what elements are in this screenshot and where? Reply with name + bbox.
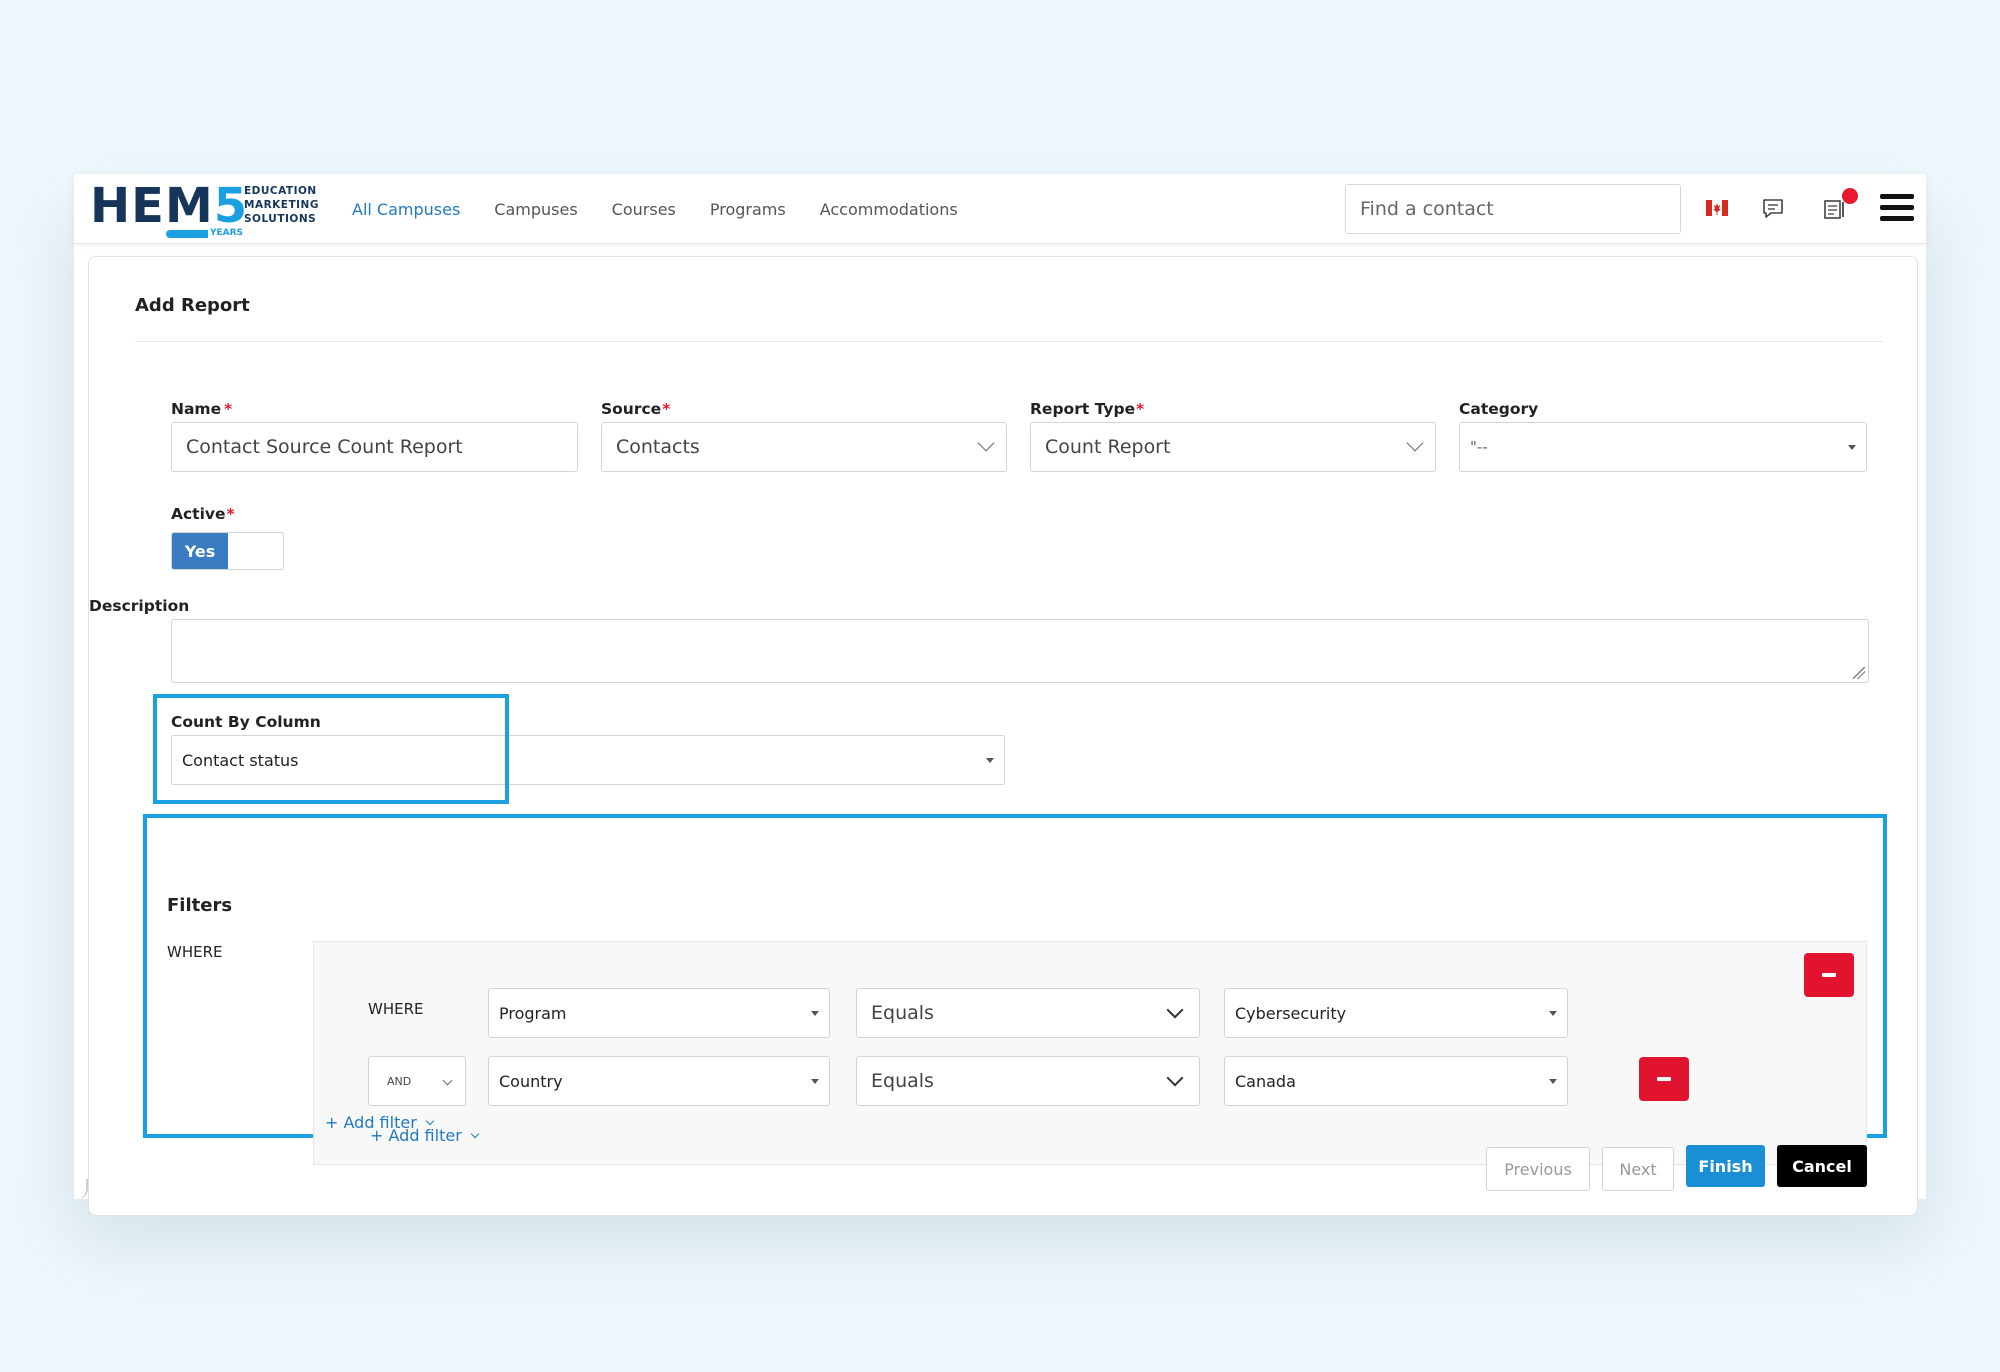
remove-filter-group-button[interactable]: [1804, 953, 1854, 997]
caret-down-icon: [1848, 445, 1856, 450]
nav-campuses[interactable]: Campuses: [494, 200, 577, 219]
add-filter-text: + Add filter: [325, 1113, 417, 1132]
logo[interactable]: HEM5 EDUCATION MARKETING SOLUTIONS YEARS: [90, 180, 320, 239]
cancel-button[interactable]: Cancel: [1777, 1145, 1867, 1187]
chevron-down-icon: [1166, 1001, 1184, 1019]
required-mark: *: [226, 505, 235, 523]
filter-operator-select[interactable]: Equals: [856, 1056, 1200, 1106]
source-select[interactable]: Contacts: [601, 422, 1007, 472]
previous-button[interactable]: Previous: [1486, 1147, 1590, 1191]
add-report-card: Add Report Name * Source* Report Type* Ca…: [88, 256, 1918, 1216]
logo-text: HEM: [90, 178, 214, 234]
report-type-select[interactable]: Count Report: [1030, 422, 1436, 472]
caret-down-icon: [1549, 1011, 1557, 1016]
caret-down-icon: [986, 758, 994, 763]
main-nav: All Campuses Campuses Courses Programs A…: [352, 174, 958, 244]
chevron-down-icon: [425, 1116, 435, 1125]
nav-all-campuses[interactable]: All Campuses: [352, 200, 460, 219]
chevron-down-icon: [470, 1129, 480, 1138]
required-mark: *: [1136, 400, 1145, 418]
name-label: Name *: [171, 400, 232, 418]
finish-button[interactable]: Finish: [1686, 1145, 1765, 1187]
required-mark: *: [662, 400, 671, 418]
row-where-label: WHERE: [368, 1000, 424, 1018]
logo-five: 5: [213, 178, 249, 234]
toggle-yes: Yes: [172, 533, 228, 569]
report-type-value: Count Report: [1045, 436, 1171, 458]
add-filter-outer-button[interactable]: + Add filter: [325, 1113, 435, 1132]
page-title: Add Report: [135, 295, 250, 316]
description-label: Description: [89, 597, 190, 615]
category-select[interactable]: "--: [1459, 422, 1867, 472]
chevron-down-icon: [1406, 434, 1424, 452]
menu-bar: [1880, 216, 1914, 221]
menu-icon[interactable]: [1880, 194, 1914, 224]
app-window: HEM5 EDUCATION MARKETING SOLUTIONS YEARS…: [72, 174, 1926, 1216]
logo-years-bar: YEARS: [166, 228, 246, 239]
minus-icon: [1822, 973, 1836, 977]
chevron-down-icon: [442, 1075, 453, 1086]
filter-field-value: Program: [499, 1003, 567, 1023]
where-label: WHERE: [167, 943, 223, 961]
logo-line-3: SOLUTIONS: [244, 213, 317, 225]
top-header: HEM5 EDUCATION MARKETING SOLUTIONS YEARS…: [74, 174, 1926, 244]
resize-handle-icon[interactable]: [1853, 667, 1865, 679]
active-toggle[interactable]: Yes: [171, 532, 284, 570]
caret-down-icon: [1549, 1079, 1557, 1084]
filter-value-select[interactable]: Cybersecurity: [1224, 988, 1568, 1038]
remove-filter-row-button[interactable]: [1639, 1057, 1689, 1101]
chevron-down-icon: [977, 434, 995, 452]
source-value: Contacts: [616, 436, 700, 458]
filters-title: Filters: [167, 895, 233, 916]
required-mark: *: [224, 400, 233, 418]
menu-bar: [1880, 205, 1914, 210]
logo-tagline: EDUCATION MARKETING SOLUTIONS: [244, 184, 319, 226]
connector-value: AND: [387, 1074, 412, 1088]
filter-field-value: Country: [499, 1071, 563, 1091]
category-value: "--: [1470, 438, 1488, 456]
source-label-text: Source: [601, 400, 662, 418]
canada-flag-icon[interactable]: [1706, 200, 1728, 216]
count-by-highlight: [153, 694, 509, 804]
notification-badge: [1842, 188, 1858, 204]
nav-accommodations[interactable]: Accommodations: [820, 200, 958, 219]
filter-value: Cybersecurity: [1235, 1003, 1347, 1023]
menu-bar: [1880, 194, 1914, 199]
nav-courses[interactable]: Courses: [612, 200, 676, 219]
name-label-text: Name: [171, 400, 222, 418]
filter-value-select[interactable]: Canada: [1224, 1056, 1568, 1106]
page-background: HEM5 EDUCATION MARKETING SOLUTIONS YEARS…: [0, 0, 2000, 1372]
window-corner-decoration: [72, 1179, 88, 1199]
filter-operator-value: Equals: [871, 1070, 934, 1092]
filter-operator-select[interactable]: Equals: [856, 988, 1200, 1038]
active-label-text: Active: [171, 505, 226, 523]
caret-down-icon: [811, 1011, 819, 1016]
name-field[interactable]: Contact Source Count Report: [171, 422, 578, 472]
filter-field-select[interactable]: Program: [488, 988, 830, 1038]
filter-value: Canada: [1235, 1071, 1296, 1091]
logo-wordmark: HEM5: [90, 180, 248, 232]
source-label: Source*: [601, 400, 670, 418]
filter-operator-value: Equals: [871, 1002, 934, 1024]
active-label: Active*: [171, 505, 235, 523]
category-label: Category: [1459, 400, 1539, 418]
description-textarea[interactable]: [171, 619, 1869, 683]
nav-programs[interactable]: Programs: [710, 200, 786, 219]
logo-line-1: EDUCATION: [244, 185, 317, 197]
search-input[interactable]: [1345, 184, 1681, 234]
logo-line-2: MARKETING: [244, 199, 319, 211]
filter-group: WHERE Program Equals Cybersecurity AND C…: [313, 941, 1867, 1165]
connector-select[interactable]: AND: [368, 1056, 466, 1106]
name-value: Contact Source Count Report: [186, 436, 463, 458]
chat-icon[interactable]: [1760, 196, 1786, 222]
filter-field-select[interactable]: Country: [488, 1056, 830, 1106]
logo-years-text: YEARS: [208, 228, 246, 239]
next-button[interactable]: Next: [1602, 1147, 1674, 1191]
caret-down-icon: [811, 1079, 819, 1084]
title-divider: [135, 341, 1883, 342]
report-type-label-text: Report Type: [1030, 400, 1136, 418]
minus-icon: [1657, 1077, 1671, 1081]
report-type-label: Report Type*: [1030, 400, 1144, 418]
chevron-down-icon: [1166, 1069, 1184, 1087]
